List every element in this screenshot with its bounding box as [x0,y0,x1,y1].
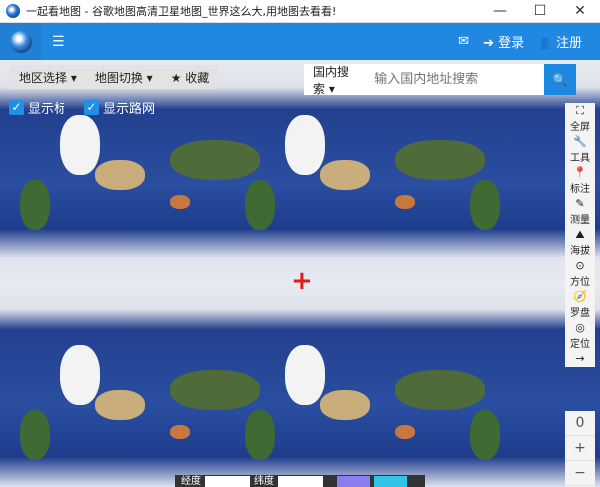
zoom-level: 0 [565,411,595,436]
mail-icon[interactable]: ✉ [458,34,469,49]
search-button[interactable]: 🔍 [544,64,576,95]
tool-measure[interactable]: ✎ 测量 [565,196,595,227]
tool-elevation[interactable]: ⛰ 海拔 [565,227,595,258]
coordinate-action-button[interactable] [337,476,370,487]
search-bar: 国内搜索 ▾ 🔍 [304,63,576,97]
map-crosshair-icon: + [291,266,313,296]
arrow-right-icon: → [575,352,585,365]
login-button[interactable]: ➔ 登录 [483,32,524,51]
longitude-label: 经度 [181,476,201,487]
bearing-icon: ⊙ [575,259,585,272]
show-roads-checkbox[interactable]: ✓ 显示路网 [84,98,155,117]
tool-label: 罗盘 [570,308,590,319]
zoom-in-button[interactable]: + [565,436,595,461]
tool-label: 全屏 [570,122,590,133]
close-button[interactable]: ✕ [560,3,600,19]
login-icon: ➔ [483,36,494,51]
checkbox-label: 显示路网 [103,102,156,117]
compass-icon: 🧭 [573,290,587,303]
coordinate-bar: 经度 纬度 [175,475,425,487]
checkbox-checked-icon: ✓ [9,100,24,115]
checkbox-label: 显示标注 [28,102,64,117]
tool-label: 方位 [570,277,590,288]
tool-label: 工具 [570,153,590,164]
coordinate-locate-button[interactable] [374,476,407,487]
ruler-icon: ✎ [575,197,585,210]
tool-locate[interactable]: ◎ 定位 [565,320,595,351]
login-label: 登录 [498,36,525,51]
fullscreen-icon: ⛶ [576,104,584,117]
checkbox-checked-icon: ✓ [84,100,99,115]
tool-fullscreen[interactable]: ⛶ 全屏 [565,103,595,134]
map-switch-dropdown[interactable]: 地图切换 ▾ [86,69,162,86]
zoom-out-button[interactable]: − [565,461,595,486]
tool-compass[interactable]: 🧭 罗盘 [565,289,595,320]
menu-icon[interactable]: ☰ [52,34,65,50]
latitude-label: 纬度 [254,476,274,487]
wrench-icon: 🔧 [573,135,587,148]
map-pin-icon: 📍 [573,166,587,179]
tool-label: 海拔 [570,246,590,257]
favorite-button[interactable]: ★ 收藏 [162,69,219,86]
latitude-input[interactable] [278,476,323,487]
globe-icon [10,30,32,53]
window-titlebar: 一起看地图 - 谷歌地图高清卫星地图_世界这么大,用地图去看看! — ☐ ✕ [0,0,600,23]
user-icon: 👤 [538,37,552,50]
tool-label: 标注 [570,184,590,195]
tool-bearing[interactable]: ⊙ 方位 [565,258,595,289]
tool-tools[interactable]: 🔧 工具 [565,134,595,165]
search-scope-dropdown[interactable]: 国内搜索 ▾ [304,63,374,97]
collapse-toolbar-button[interactable]: → [565,351,595,367]
search-icon: 🔍 [552,72,568,87]
app-header: ☰ ✉ ➔ 登录 👤 注册 [0,23,600,60]
address-search-input[interactable] [374,72,545,87]
tool-label: 定位 [570,339,590,350]
zoom-control: 0 + − [565,411,595,487]
register-label: 注册 [555,36,582,51]
side-toolbar: ⛶ 全屏 🔧 工具 📍 标注 ✎ 测量 ⛰ 海拔 ⊙ 方位 🧭 罗盘 ◎ 定位 → [565,103,595,367]
tool-marker[interactable]: 📍 标注 [565,165,595,196]
locate-icon: ◎ [575,321,585,334]
maximize-button[interactable]: ☐ [520,3,560,19]
map-canvas[interactable]: + [0,60,600,487]
tool-label: 测量 [570,215,590,226]
minimize-button[interactable]: — [480,3,520,19]
window-title: 一起看地图 - 谷歌地图高清卫星地图_世界这么大,用地图去看看! [26,5,337,18]
longitude-input[interactable] [205,476,250,487]
site-logo[interactable] [0,23,42,60]
app-logo-icon [6,4,20,18]
region-select-dropdown[interactable]: 地区选择 ▾ [10,69,86,86]
map-toolbar: 地区选择 ▾ 地图切换 ▾ ★ 收藏 [10,65,219,89]
register-button[interactable]: 👤 注册 [538,32,582,51]
elevation-chart-icon: ⛰ [575,228,585,241]
show-labels-checkbox[interactable]: ✓ 显示标注 [9,98,64,117]
